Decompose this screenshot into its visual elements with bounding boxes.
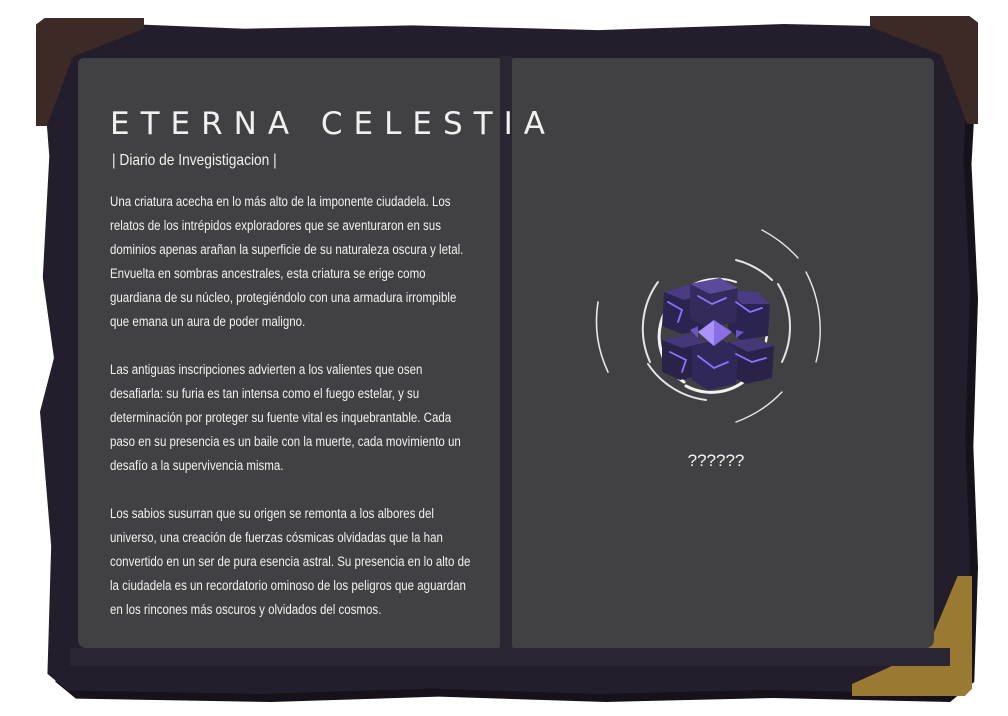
book-bottom-edge xyxy=(70,648,950,666)
purple-crystal-cube-creature-icon xyxy=(595,229,821,423)
creature-portrait[interactable] xyxy=(586,222,842,432)
journal-subtitle: | Diario de Invegistigacion | xyxy=(112,152,277,169)
journal-paragraph: Los sabios susurran que su origen se rem… xyxy=(110,506,471,617)
journal-paragraph: Una criatura acecha en lo más alto de la… xyxy=(110,194,464,329)
journal-screen: ETERNA CELESTIA | Diario de Invegistigac… xyxy=(0,0,1008,716)
creature-name: ?????? xyxy=(687,451,745,470)
journal-paragraph: Las antiguas inscripciones advierten a l… xyxy=(110,362,461,473)
book-spine xyxy=(500,56,512,650)
journal-entry: Una criatura acecha en lo más alto de la… xyxy=(110,190,471,646)
journal-title: ETERNA CELESTIA xyxy=(110,106,556,142)
